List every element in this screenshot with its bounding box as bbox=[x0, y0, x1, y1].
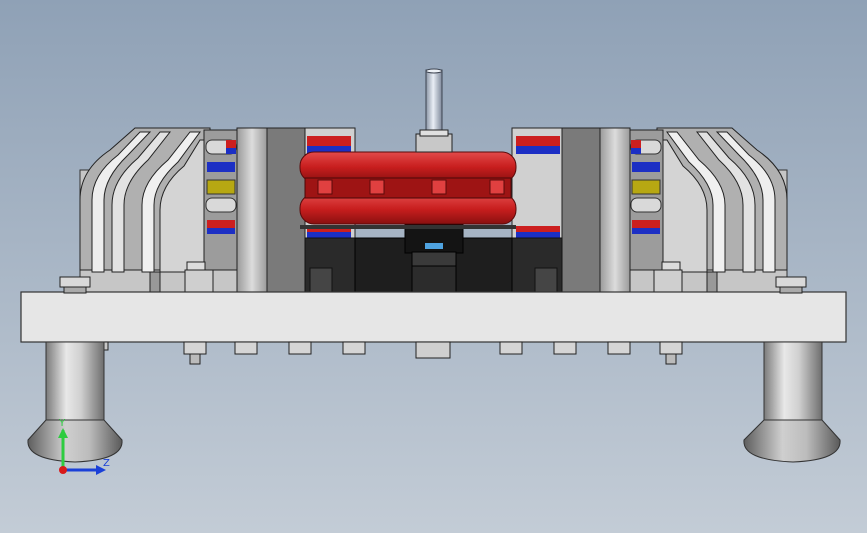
base-plate bbox=[20, 291, 847, 343]
y-axis-label: Y bbox=[58, 418, 66, 429]
rotor-assembly bbox=[299, 151, 517, 229]
left-coil-stack bbox=[203, 129, 239, 271]
left-inner-block bbox=[266, 127, 306, 293]
z-axis-label: Z bbox=[103, 458, 110, 469]
right-foot bbox=[743, 341, 841, 463]
origin-dot bbox=[59, 466, 67, 474]
left-foot bbox=[27, 341, 123, 463]
left-post bbox=[236, 127, 268, 293]
bottom-bolts bbox=[95, 341, 683, 365]
assembly-drawing: Y Z bbox=[20, 68, 847, 475]
central-hub bbox=[354, 224, 513, 293]
right-stator-frame bbox=[511, 127, 788, 293]
right-coil-stack bbox=[628, 129, 664, 271]
shaft bbox=[415, 68, 453, 153]
cad-viewport[interactable]: Y Z bbox=[0, 0, 867, 533]
